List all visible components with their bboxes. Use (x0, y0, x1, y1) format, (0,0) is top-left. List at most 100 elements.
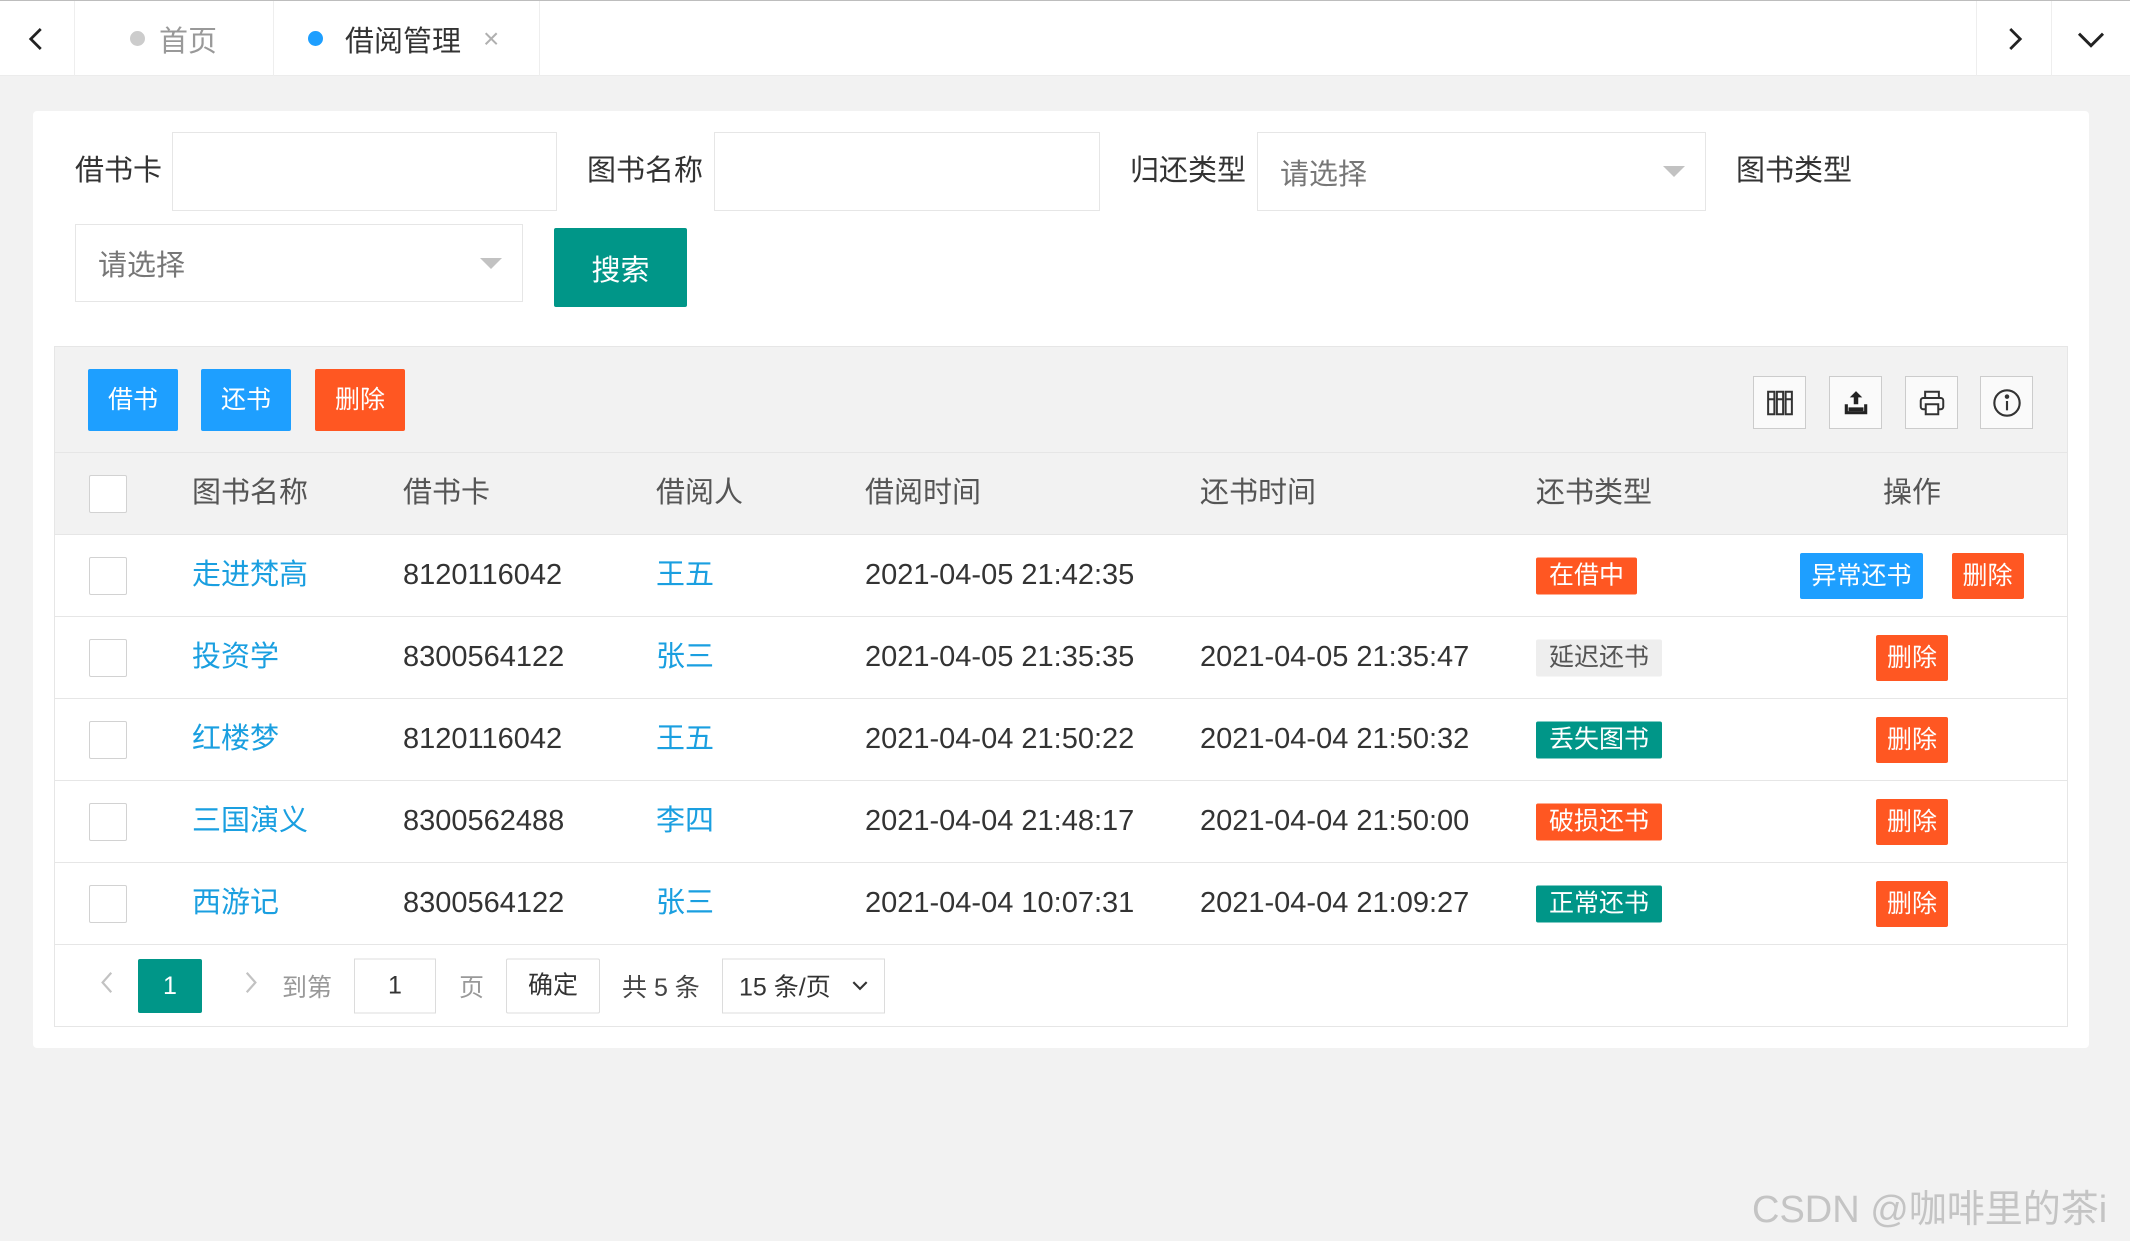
next-page-button[interactable] (237, 967, 263, 1004)
column-header-borrower[interactable]: 借阅人 (656, 453, 743, 534)
borrow-table: 借书 还书 删除 图书名称 借书卡 借阅人 借阅时间 还书时间 还书类型 操作 … (54, 346, 2068, 1027)
book-name-input[interactable] (714, 132, 1100, 211)
book-name-link[interactable]: 三国演义 (192, 781, 308, 862)
borrow-time-cell: 2021-04-04 21:48:17 (865, 805, 1135, 837)
chevron-down-icon (2077, 32, 2105, 48)
card-number-cell: 8300564122 (403, 887, 565, 919)
columns-filter-button[interactable] (1753, 376, 1806, 429)
page-size-select[interactable]: 15 条/页 (722, 958, 885, 1013)
return-type-badge: 在借中 (1536, 557, 1638, 594)
table-row: 走进梵高 8120116042 王五 2021-04-05 21:42:35 在… (55, 535, 2067, 617)
book-name-link[interactable]: 西游记 (192, 863, 279, 944)
borrow-time-cell: 2021-04-05 21:35:35 (865, 641, 1135, 673)
chevron-left-icon (28, 27, 42, 50)
row-delete-button[interactable]: 删除 (1875, 880, 1948, 927)
row-delete-button[interactable]: 删除 (1875, 634, 1948, 681)
return-time-cell: 2021-04-04 21:50:00 (1200, 805, 1470, 837)
search-button[interactable]: 搜索 (554, 228, 687, 307)
tab-scroll-right-button[interactable] (1976, 1, 2051, 76)
book-type-label: 图书类型 (1736, 155, 1853, 187)
goto-page-input[interactable] (354, 958, 436, 1013)
borrower-link[interactable]: 张三 (656, 617, 714, 698)
borrow-time-cell: 2021-04-05 21:42:35 (865, 559, 1135, 591)
chevron-left-icon (101, 971, 113, 993)
return-time-cell: 2021-04-04 21:09:27 (1200, 887, 1470, 919)
return-time-cell: 2021-04-05 21:35:47 (1200, 641, 1470, 673)
return-type-label: 归还类型 (1130, 155, 1247, 187)
page-number-current[interactable]: 1 (138, 958, 202, 1013)
row-actions: 删除 (1775, 716, 2049, 763)
close-icon[interactable]: × (483, 23, 499, 55)
info-button[interactable] (1980, 376, 2033, 429)
return-type-select[interactable]: 请选择 (1257, 132, 1706, 211)
row-delete-button[interactable]: 删除 (1951, 552, 2024, 599)
row-checkbox[interactable] (89, 638, 127, 677)
card-number-cell: 8120116042 (403, 723, 563, 755)
pagination: 1 到第 页 确定 共 5 条 15 条/页 (55, 945, 2067, 1026)
column-header-return-time[interactable]: 还书时间 (1200, 453, 1316, 534)
column-header-book-name[interactable]: 图书名称 (192, 453, 308, 534)
return-type-badge: 破损还书 (1536, 803, 1663, 840)
book-name-link[interactable]: 走进梵高 (192, 535, 308, 616)
tab-borrow-management[interactable]: 借阅管理 × (274, 1, 540, 76)
return-type-badge: 正常还书 (1536, 885, 1663, 922)
export-button[interactable] (1829, 376, 1882, 429)
tab-menu-button[interactable] (2051, 1, 2130, 76)
tab-home[interactable]: 首页 (75, 1, 274, 76)
table-row: 西游记 8300564122 张三 2021-04-04 10:07:31 20… (55, 863, 2067, 945)
tab-scroll-left-button[interactable] (0, 1, 75, 76)
return-button[interactable]: 还书 (201, 369, 292, 431)
book-name-link[interactable]: 红楼梦 (192, 699, 279, 780)
dropdown-arrow-icon (1663, 166, 1685, 177)
tab-dot-icon (308, 31, 323, 46)
abnormal-return-button[interactable]: 异常还书 (1800, 552, 1923, 599)
return-type-badge: 延迟还书 (1536, 639, 1663, 676)
row-delete-button[interactable]: 删除 (1875, 716, 1948, 763)
print-icon (1919, 390, 1944, 415)
row-actions: 删除 (1775, 798, 2049, 845)
select-placeholder: 请选择 (1280, 158, 1368, 191)
tab-dot-icon (130, 31, 145, 46)
borrower-link[interactable]: 王五 (656, 535, 714, 616)
table-row: 三国演义 8300562488 李四 2021-04-04 21:48:17 2… (55, 781, 2067, 863)
delete-button[interactable]: 删除 (315, 369, 406, 431)
column-header-card[interactable]: 借书卡 (403, 453, 490, 534)
select-all-checkbox[interactable] (89, 474, 127, 513)
row-checkbox[interactable] (89, 720, 127, 759)
card-number-input[interactable] (172, 132, 557, 211)
book-name-link[interactable]: 投资学 (192, 617, 279, 698)
goto-label: 到第 (282, 973, 333, 1002)
borrower-link[interactable]: 张三 (656, 863, 714, 944)
tab-label: 首页 (159, 25, 218, 58)
tab-bar: 首页 借阅管理 × (0, 0, 2130, 76)
row-checkbox[interactable] (89, 556, 127, 595)
column-header-borrow-time[interactable]: 借阅时间 (865, 453, 981, 534)
column-header-actions: 操作 (1882, 477, 1941, 509)
borrow-time-cell: 2021-04-04 21:50:22 (865, 723, 1135, 755)
chevron-right-icon (245, 971, 257, 993)
table-row: 红楼梦 8120116042 王五 2021-04-04 21:50:22 20… (55, 699, 2067, 781)
row-checkbox[interactable] (89, 884, 127, 923)
borrower-link[interactable]: 李四 (656, 781, 714, 862)
column-header-return-type[interactable]: 还书类型 (1536, 453, 1652, 534)
goto-confirm-button[interactable]: 确定 (506, 958, 600, 1013)
prev-page-button[interactable] (95, 967, 121, 1004)
row-delete-button[interactable]: 删除 (1875, 798, 1948, 845)
card-number-cell: 8300564122 (403, 641, 565, 673)
row-actions: 删除 (1775, 634, 2049, 681)
return-type-badge: 丢失图书 (1536, 721, 1663, 758)
card-number-cell: 8300562488 (403, 805, 565, 837)
borrower-link[interactable]: 王五 (656, 699, 714, 780)
table-header: 图书名称 借书卡 借阅人 借阅时间 还书时间 还书类型 操作 (55, 453, 2067, 535)
row-actions: 异常还书 删除 (1775, 552, 2049, 599)
select-placeholder: 请选择 (98, 250, 186, 282)
table-toolbar: 借书 还书 删除 (55, 347, 2067, 453)
print-button[interactable] (1905, 376, 1958, 429)
page-unit-label: 页 (459, 973, 485, 1002)
borrow-button[interactable]: 借书 (88, 369, 179, 431)
tab-label: 借阅管理 (345, 25, 462, 58)
row-checkbox[interactable] (89, 802, 127, 841)
borrow-time-cell: 2021-04-04 10:07:31 (865, 887, 1135, 919)
book-type-select[interactable]: 请选择 (75, 224, 523, 302)
chevron-right-icon (2009, 27, 2023, 50)
